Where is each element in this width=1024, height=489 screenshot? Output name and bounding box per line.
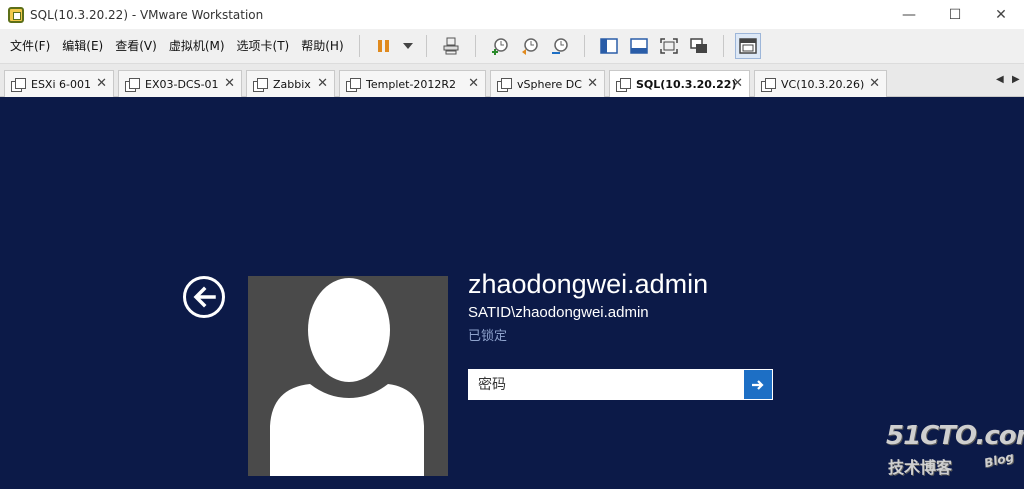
tab-ex03-dcs-01[interactable]: EX03-DCS-01 ✕ [118, 70, 242, 97]
thumbnail-bar-icon[interactable] [626, 33, 652, 59]
pause-icon[interactable] [371, 33, 397, 59]
snapshot-revert-icon[interactable] [517, 33, 543, 59]
full-screen-icon[interactable] [656, 33, 682, 59]
tab-label: Templet-2012R2 [366, 77, 457, 91]
tab-close-icon[interactable]: ✕ [468, 76, 479, 91]
vm-icon [11, 77, 26, 92]
tab-esxi-6-001[interactable]: ESXi 6-001 ✕ [4, 70, 114, 97]
back-arrow-button[interactable] [183, 276, 225, 318]
window-controls: — ☐ ✕ [886, 0, 1024, 29]
snapshot-manager-icon[interactable] [547, 33, 573, 59]
tab-zabbix[interactable]: Zabbix ✕ [246, 70, 335, 97]
menu-edit[interactable]: 编辑(E) [56, 29, 109, 64]
minimize-button[interactable]: — [886, 0, 932, 29]
tab-scroll-left-icon[interactable]: ◀ [996, 74, 1004, 85]
toolbar-separator [722, 35, 724, 57]
menu-toolbar: 文件(F) 编辑(E) 查看(V) 虚拟机(M) 选项卡(T) 帮助(H) [0, 29, 1024, 64]
vm-console-screen[interactable]: zhaodongwei.admin SATID\zhaodongwei.admi… [0, 97, 1024, 489]
password-input[interactable] [468, 369, 743, 400]
user-silhouette-icon [270, 278, 424, 476]
toolbar-separator [474, 35, 476, 57]
maximize-button[interactable]: ☐ [932, 0, 978, 29]
watermark-line3: Blog [982, 449, 1016, 471]
menu-help[interactable]: 帮助(H) [295, 29, 349, 64]
watermark-line2: 技术博客 [888, 458, 953, 477]
login-status-locked: 已锁定 [468, 329, 508, 344]
tab-close-icon[interactable]: ✕ [869, 76, 880, 91]
menu-tabs[interactable]: 选项卡(T) [231, 29, 296, 64]
tab-templet-2012r2[interactable]: Templet-2012R2 ✕ [339, 70, 486, 97]
tab-scroll-right-icon[interactable]: ▶ [1012, 74, 1020, 85]
vm-icon [253, 77, 268, 92]
close-button[interactable]: ✕ [978, 0, 1024, 29]
tab-label: EX03-DCS-01 [145, 77, 219, 91]
tab-label: vSphere DC [517, 77, 582, 91]
vm-icon [346, 77, 361, 92]
console-view-icon[interactable] [734, 33, 761, 59]
watermark-line1: 51CTO.com [886, 421, 1024, 451]
tab-close-icon[interactable]: ✕ [732, 76, 743, 91]
dropdown-arrow-icon[interactable] [401, 33, 415, 59]
login-domain-user: SATID\zhaodongwei.admin [468, 304, 649, 321]
login-username: zhaodongwei.admin [468, 269, 709, 299]
send-ctrl-alt-del-icon[interactable] [438, 33, 464, 59]
vmware-app-icon [8, 6, 24, 23]
tab-close-icon[interactable]: ✕ [96, 76, 107, 91]
tab-close-icon[interactable]: ✕ [587, 76, 598, 91]
vm-icon [497, 77, 512, 92]
toolbar-separator [425, 35, 427, 57]
arrow-right-icon [752, 379, 764, 390]
back-arrow-icon [193, 286, 216, 308]
window-title: SQL(10.3.20.22) - VMware Workstation [30, 7, 264, 22]
tab-label: SQL(10.3.20.22) [636, 78, 737, 91]
unity-icon[interactable] [686, 33, 712, 59]
vm-tab-bar: ESXi 6-001 ✕ EX03-DCS-01 ✕ Zabbix ✕ Temp… [0, 64, 1024, 98]
vm-running-icon [616, 78, 631, 92]
user-avatar [248, 276, 448, 476]
tab-label: ESXi 6-001 [31, 77, 91, 91]
menu-file[interactable]: 文件(F) [4, 29, 56, 64]
tab-vc[interactable]: VC(10.3.20.26) ✕ [754, 70, 887, 97]
toolbar-separator [358, 35, 360, 57]
submit-button[interactable] [743, 369, 773, 400]
menu-vm[interactable]: 虚拟机(M) [163, 29, 231, 64]
vm-running-icon [761, 77, 776, 92]
show-library-icon[interactable] [596, 33, 622, 59]
tab-sql[interactable]: SQL(10.3.20.22) ✕ [609, 70, 750, 98]
tab-close-icon[interactable]: ✕ [317, 76, 328, 91]
tab-label: Zabbix [273, 77, 311, 91]
tab-close-icon[interactable]: ✕ [224, 76, 235, 91]
snapshot-take-icon[interactable] [487, 33, 513, 59]
window-title-bar: SQL(10.3.20.22) - VMware Workstation — ☐… [0, 0, 1024, 29]
menu-view[interactable]: 查看(V) [109, 29, 163, 64]
tab-label: VC(10.3.20.26) [781, 77, 865, 91]
watermark-51cto: 51CTO.com 技术博客 Blog [886, 421, 1024, 479]
vm-icon [125, 77, 140, 92]
toolbar-separator [583, 35, 585, 57]
tab-vsphere-dc[interactable]: vSphere DC ✕ [490, 70, 605, 97]
